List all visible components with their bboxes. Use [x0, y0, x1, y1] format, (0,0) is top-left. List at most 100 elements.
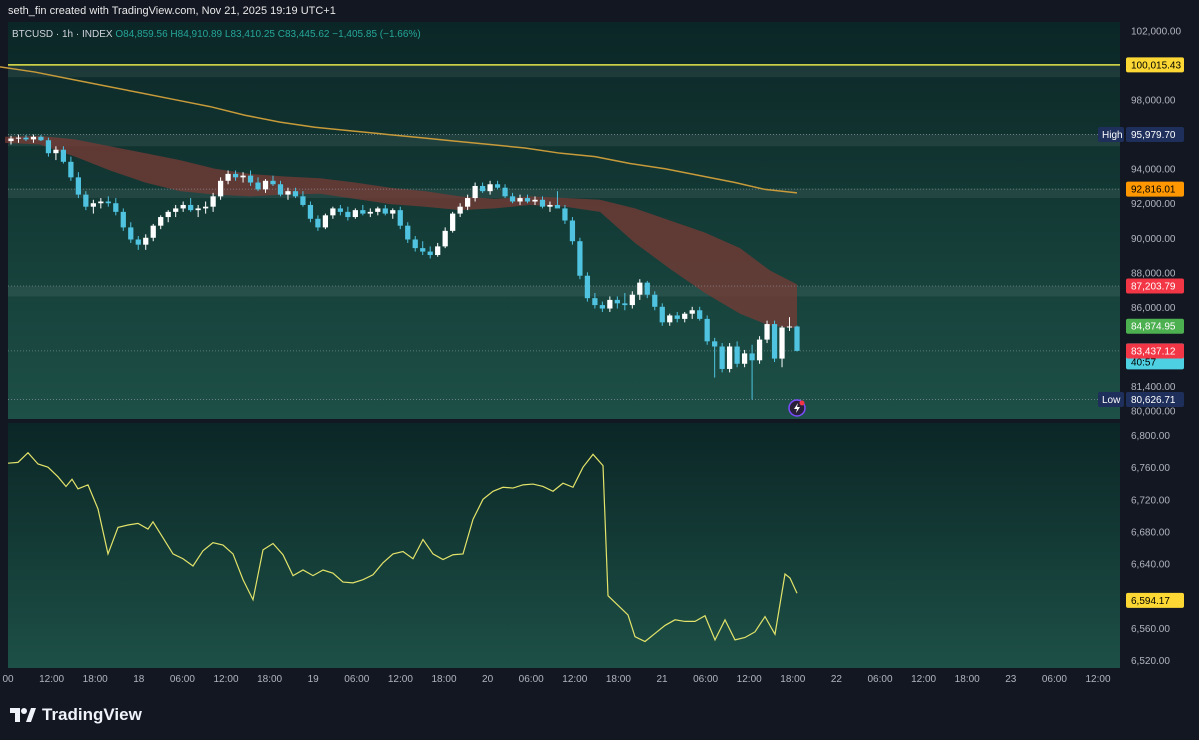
candle-body: [255, 182, 261, 190]
candle-body: [180, 204, 186, 209]
candle-body: [659, 306, 665, 323]
candle-body: [292, 191, 299, 197]
price-axis-tick: 80,000.00: [1131, 406, 1176, 417]
footer-bar: [0, 690, 1199, 740]
candle-body: [584, 275, 591, 299]
time-axis-tick: 12:00: [1085, 674, 1110, 685]
time-axis-tick: 23: [1005, 674, 1017, 685]
candle-body: [629, 294, 635, 306]
attribution-text: seth_fin created with TradingView.com, N…: [8, 5, 336, 17]
candle-body: [420, 248, 426, 252]
time-axis-tick: 06:00: [344, 674, 369, 685]
indicator-pane-bg: [8, 423, 1120, 668]
attribution-bar: seth_fin created with TradingView.com, N…: [0, 0, 1199, 22]
indicator-axis-tick: 6,760.00: [1131, 463, 1170, 474]
candle: [569, 217, 576, 245]
candle-body: [442, 230, 448, 247]
flash-icon[interactable]: [788, 399, 806, 417]
candle-body: [771, 324, 778, 359]
candle-body: [8, 138, 14, 142]
candle-body: [479, 185, 486, 192]
price-axis-tick: 98,000.00: [1131, 96, 1176, 107]
candle-body: [644, 282, 650, 295]
close-value: C83,445.62: [277, 29, 330, 40]
time-axis-tick: 18: [133, 674, 145, 685]
tradingview-logo-icon: [10, 708, 36, 722]
time-axis-tick: 22: [831, 674, 843, 685]
candle-body: [622, 303, 628, 306]
candle-body: [30, 136, 37, 140]
candle-body: [569, 220, 576, 242]
symbol-legend[interactable]: BTCUSD · 1h · INDEX O84,859.56 H84,910.8…: [12, 29, 421, 40]
candle: [719, 343, 725, 373]
price-axis-tick: 90,000.00: [1131, 234, 1176, 245]
chart-svg[interactable]: 102,000.00 98,000.00 94,000.00 92,000.00 90,…: [0, 22, 1199, 690]
candle-body: [210, 196, 216, 207]
candle-body: [232, 173, 239, 178]
time-axis-tick: 18:00: [257, 674, 282, 685]
price-zone: [8, 188, 1120, 199]
open-value: O84,859.56: [115, 29, 168, 40]
candle-body: [277, 184, 284, 195]
candle-body: [120, 211, 126, 228]
indicator-axis-tick: 6,720.00: [1131, 495, 1170, 506]
price-label-text: 92,816.01: [1131, 185, 1176, 196]
time-axis-tick: 12:00: [39, 674, 64, 685]
logo-text: TradingView: [42, 705, 142, 724]
candle-body: [794, 326, 800, 351]
candle-body: [158, 217, 164, 226]
candle-body: [382, 208, 388, 214]
candle-body: [262, 180, 269, 190]
candle-body: [225, 173, 231, 181]
candle-body: [352, 210, 358, 218]
candle: [450, 211, 456, 233]
candle-body: [532, 199, 538, 202]
candle-body: [487, 184, 493, 192]
price-zone: [8, 134, 1120, 147]
time-axis-tick: 18:00: [431, 674, 456, 685]
candle-body: [502, 187, 508, 197]
candle-body: [217, 180, 224, 197]
candle-body: [345, 211, 351, 218]
price-axis-tick: 86,000.00: [1131, 303, 1176, 314]
candle-body: [375, 208, 381, 212]
time-axis-tick: 06:00: [693, 674, 718, 685]
time-axis-tick: 06:00: [170, 674, 195, 685]
candle-body: [524, 198, 531, 202]
candle-body: [90, 203, 96, 207]
candle-body: [689, 310, 695, 314]
candle-body: [517, 198, 523, 202]
price-label-text: 80,626.71: [1131, 395, 1176, 406]
chart-area[interactable]: 102,000.00 98,000.00 94,000.00 92,000.00 90,…: [0, 22, 1199, 690]
candle-body: [330, 208, 336, 216]
candle-body: [360, 210, 366, 214]
indicator-axis-tick: 6,640.00: [1131, 560, 1170, 571]
price-zone: [8, 286, 1120, 297]
time-axis-tick: 12:00: [562, 674, 587, 685]
time-axis-tick: 19: [308, 674, 320, 685]
candle-body: [98, 201, 104, 204]
change-value: −1,405.85 (−1.66%): [332, 29, 421, 40]
time-axis-tick: 21: [656, 674, 668, 685]
candle-body: [128, 227, 134, 240]
candle: [322, 213, 329, 230]
candle-body: [592, 298, 598, 306]
price-label-text: 83,437.12: [1131, 347, 1176, 358]
price-label-text: 95,979.70: [1131, 130, 1176, 141]
candle: [727, 343, 733, 373]
candle-body: [337, 208, 343, 212]
time-axis-tick: 18:00: [955, 674, 980, 685]
candle-body: [322, 215, 329, 228]
time-axis-tick: 12:00: [213, 674, 238, 685]
time-axis-tick: 12:00: [388, 674, 413, 685]
candle-body: [150, 225, 156, 238]
tradingview-logo[interactable]: TradingView: [10, 705, 142, 725]
candle-body: [367, 211, 373, 214]
candle-body: [599, 305, 605, 309]
price-axis-tick: 81,400.00: [1131, 382, 1176, 393]
candle-body: [15, 137, 22, 139]
time-axis-tick: 12:00: [911, 674, 936, 685]
price-axis-tick: 88,000.00: [1131, 268, 1176, 279]
candle-body: [719, 346, 725, 369]
candle-body: [435, 246, 441, 256]
